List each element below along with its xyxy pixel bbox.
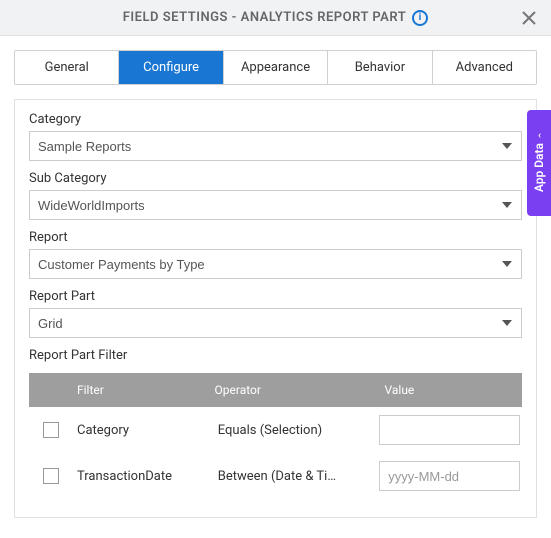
tab-advanced[interactable]: Advanced (433, 51, 536, 84)
filter-table-header: Filter Operator Value (29, 373, 522, 407)
filter-row: Category Equals (Selection) (29, 407, 522, 453)
report-label: Report (29, 230, 522, 245)
dialog-title-wrap: FIELD SETTINGS - ANALYTICS REPORT PART i (123, 10, 428, 26)
filter-header-value: Value (365, 383, 523, 397)
filter-operator: Between (Date & Ti… (218, 469, 380, 484)
filter-name: Category (73, 423, 218, 438)
tab-general[interactable]: General (15, 51, 119, 84)
tab-configure[interactable]: Configure (119, 51, 223, 84)
filter-value-input[interactable] (379, 415, 520, 445)
report-part-label: Report Part (29, 289, 522, 304)
field-report-part: Report Part (29, 289, 522, 338)
app-data-side-tab[interactable]: App Data ‹ (527, 110, 551, 216)
report-select-wrap (29, 249, 522, 279)
category-label: Category (29, 112, 522, 127)
report-select[interactable] (29, 249, 522, 279)
filter-operator: Equals (Selection) (218, 423, 380, 438)
dialog-title: FIELD SETTINGS - ANALYTICS REPORT PART (123, 10, 406, 25)
dialog-header: FIELD SETTINGS - ANALYTICS REPORT PART i (0, 0, 551, 36)
close-button[interactable] (519, 8, 539, 28)
subcategory-label: Sub Category (29, 171, 522, 186)
filter-header-filter: Filter (73, 383, 215, 397)
close-icon (522, 11, 536, 25)
side-tab-inner: App Data ‹ (532, 134, 546, 192)
filter-header-operator: Operator (215, 383, 365, 397)
tab-appearance[interactable]: Appearance (224, 51, 328, 84)
filter-name: TransactionDate (73, 469, 218, 484)
field-subcategory: Sub Category (29, 171, 522, 220)
report-part-select-wrap (29, 308, 522, 338)
filter-checkbox[interactable] (43, 422, 59, 438)
category-select-wrap (29, 131, 522, 161)
info-icon[interactable]: i (412, 10, 428, 26)
tab-bar: General Configure Appearance Behavior Ad… (14, 50, 537, 85)
configure-panel: Category Sub Category Report Report Part… (14, 99, 537, 518)
subcategory-select-wrap (29, 190, 522, 220)
filter-value-input[interactable] (379, 461, 520, 491)
filter-row: TransactionDate Between (Date & Ti… (29, 453, 522, 499)
filter-section-title: Report Part Filter (29, 348, 522, 363)
side-tab-label: App Data (532, 143, 546, 192)
tab-behavior[interactable]: Behavior (328, 51, 432, 84)
subcategory-select[interactable] (29, 190, 522, 220)
field-category: Category (29, 112, 522, 161)
filter-checkbox[interactable] (43, 468, 59, 484)
chevron-left-icon: ‹ (537, 130, 540, 141)
report-part-select[interactable] (29, 308, 522, 338)
field-report: Report (29, 230, 522, 279)
category-select[interactable] (29, 131, 522, 161)
